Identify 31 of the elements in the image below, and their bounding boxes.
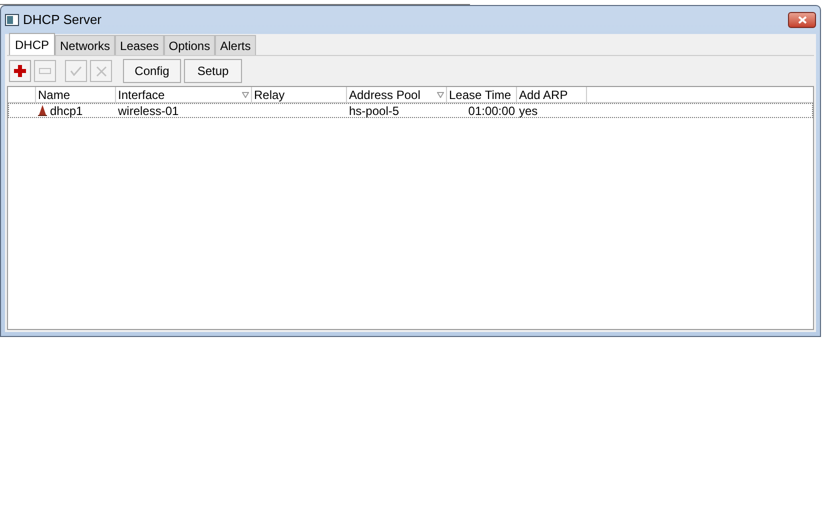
column-header[interactable]: Lease Time xyxy=(447,87,517,102)
table-cell: hs-pool-5 xyxy=(349,104,400,116)
table-row[interactable]: dhcp1 wireless-01 hs-pool-5 01:00:00 yes xyxy=(8,103,813,118)
tab[interactable]: Options xyxy=(164,35,216,55)
close-button[interactable] xyxy=(788,12,816,28)
window-title: DHCP Server xyxy=(23,11,102,30)
toolbar-button[interactable]: Setup xyxy=(184,59,242,83)
column-header[interactable]: Address Pool xyxy=(347,87,447,102)
minus-icon xyxy=(39,68,51,74)
tab[interactable]: Alerts xyxy=(215,35,256,55)
column-header[interactable]: Interface xyxy=(116,87,252,102)
close-icon xyxy=(798,16,806,24)
sort-icon xyxy=(242,92,249,98)
check-icon xyxy=(70,66,82,76)
column-header[interactable]: Relay xyxy=(252,87,347,102)
table-cell: dhcp1 xyxy=(50,104,83,116)
x-icon xyxy=(96,66,106,76)
sort-icon xyxy=(437,92,444,98)
cone-icon xyxy=(38,105,47,116)
table-cell: wireless-01 xyxy=(118,104,179,116)
column-header[interactable]: Name xyxy=(36,87,116,102)
table-cell: yes xyxy=(519,104,538,116)
tab[interactable]: Leases xyxy=(115,35,164,55)
table-cell: 01:00:00 xyxy=(468,104,515,116)
tab[interactable]: Networks xyxy=(55,35,116,55)
plus-icon xyxy=(14,65,26,77)
column-header[interactable]: Add ARP xyxy=(517,87,587,102)
add-button[interactable] xyxy=(9,60,31,82)
tab[interactable]: DHCP xyxy=(9,33,56,55)
window-icon xyxy=(5,14,19,26)
toolbar-button[interactable]: Config xyxy=(123,59,181,83)
